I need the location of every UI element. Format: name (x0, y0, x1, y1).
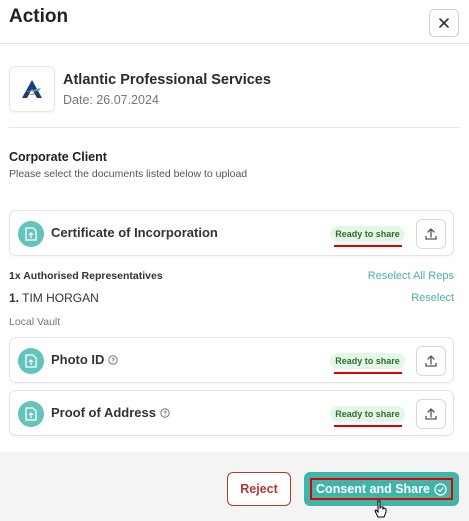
help-icon[interactable] (160, 407, 170, 418)
highlight-underline (334, 245, 402, 247)
document-name: Certificate of Incorporation (51, 225, 218, 240)
close-button[interactable] (429, 9, 459, 37)
company-name: Atlantic Professional Services (63, 72, 271, 88)
reselect-link[interactable]: Reselect (411, 292, 454, 304)
upload-button[interactable] (416, 346, 446, 376)
document-card-proof-of-address: Proof of Address Ready to share (9, 390, 454, 436)
section-title: Corporate Client (9, 150, 107, 164)
reselect-all-reps-link[interactable]: Reselect All Reps (368, 270, 454, 282)
document-card-certificate: Certificate of Incorporation Ready to sh… (9, 210, 454, 256)
highlight-underline (334, 372, 402, 374)
document-name: Proof of Address (51, 405, 170, 420)
modal-header: Action (0, 0, 469, 44)
help-icon[interactable] (108, 354, 119, 365)
company-date: Date: 26.07.2024 (63, 93, 159, 107)
reject-button[interactable]: Reject (227, 472, 291, 506)
status-badge: Ready to share (330, 406, 405, 422)
consent-button-label: Consent and Share (316, 482, 430, 496)
highlight-underline (334, 425, 402, 427)
status-badge: Ready to share (330, 353, 405, 369)
mouse-pointer-icon (374, 500, 387, 518)
upload-button[interactable] (416, 219, 446, 249)
company-info: Atlantic Professional Services Date: 26.… (9, 66, 459, 128)
reps-label: 1x Authorised Representatives (9, 270, 163, 282)
document-icon (18, 401, 44, 427)
document-name: Photo ID (51, 352, 119, 367)
upload-button[interactable] (416, 399, 446, 429)
local-vault-label: Local Vault (9, 316, 61, 328)
document-card-photo-id: Photo ID Ready to share (9, 337, 454, 383)
company-logo-icon (22, 80, 42, 98)
upload-icon (425, 355, 437, 367)
close-icon (439, 18, 449, 28)
upload-icon (425, 228, 437, 240)
section-subtitle: Please select the documents listed below… (9, 168, 248, 180)
status-badge: Ready to share (330, 226, 405, 242)
modal-footer: Reject Consent and Share (0, 452, 469, 521)
rep-name: 1. TIM HORGAN (9, 291, 99, 305)
document-icon (18, 348, 44, 374)
upload-icon (425, 408, 437, 420)
modal-title: Action (9, 6, 69, 27)
consent-button-content: Consent and Share (310, 478, 453, 500)
company-logo (9, 66, 55, 112)
document-icon (18, 221, 44, 247)
check-circle-icon (434, 482, 447, 496)
